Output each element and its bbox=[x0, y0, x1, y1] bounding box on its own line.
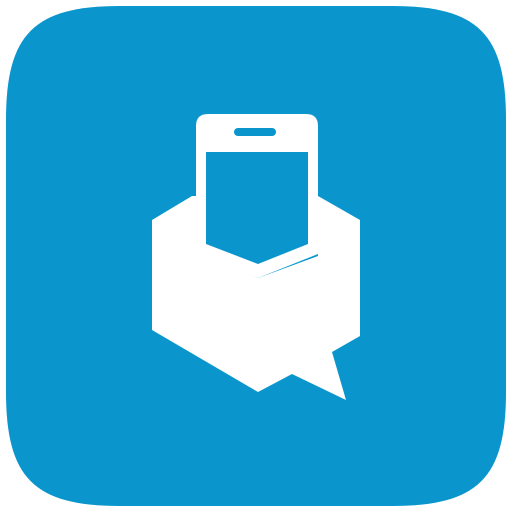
app-icon-canvas bbox=[0, 0, 512, 512]
phone-screen bbox=[206, 152, 308, 264]
phone-speaker-icon bbox=[234, 128, 276, 136]
messaging-app-icon[interactable] bbox=[0, 0, 512, 512]
